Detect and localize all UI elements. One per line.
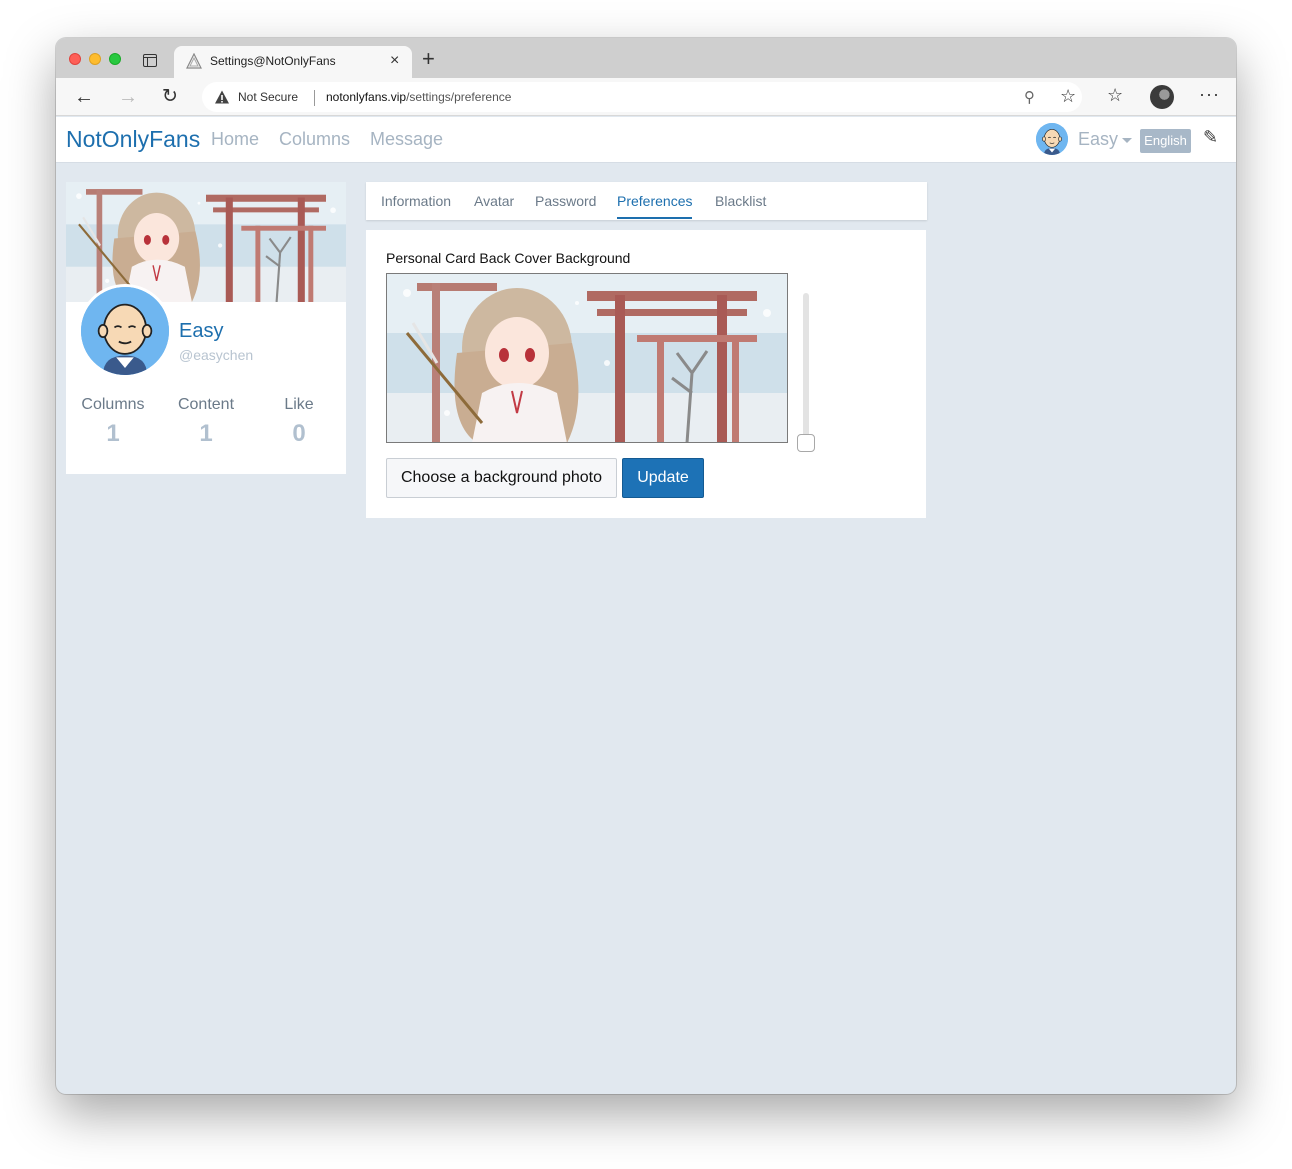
resize-track[interactable] (803, 293, 809, 443)
close-window-button[interactable] (69, 53, 81, 65)
nav-link-home[interactable]: Home (211, 129, 259, 150)
stat-value-like[interactable]: 0 (259, 420, 339, 448)
tab-preferences[interactable]: Preferences (617, 193, 693, 219)
choose-background-button[interactable]: Choose a background photo (386, 458, 617, 498)
reload-icon[interactable]: ↻ (162, 86, 178, 108)
nav-link-columns[interactable]: Columns (279, 129, 350, 150)
browser-toolbar: ← → ↻ Not Secure notonlyfans.vip/setting… (56, 78, 1236, 116)
url-text[interactable]: notonlyfans.vip/settings/preference (326, 90, 511, 104)
tab-close-icon[interactable]: × (390, 51, 399, 71)
update-button[interactable]: Update (622, 458, 704, 498)
settings-tabs: Information Avatar Password Preferences … (366, 182, 927, 220)
stat-label-columns: Columns (81, 396, 145, 413)
stat-value-content[interactable]: 1 (166, 420, 246, 448)
warning-icon[interactable] (214, 89, 230, 105)
profile-handle: @easychen (179, 347, 254, 363)
stat-label-like: Like (284, 396, 314, 413)
chevron-down-icon[interactable] (1122, 138, 1132, 143)
section-label: Personal Card Back Cover Background (386, 250, 631, 266)
tab-avatar[interactable]: Avatar (474, 193, 514, 209)
browser-window: Settings@NotOnlyFans × + ← → ↻ Not Secur… (56, 38, 1236, 1094)
site-navbar: NotOnlyFans Home Columns Message Easy En… (56, 117, 1236, 163)
tab-blacklist[interactable]: Blacklist (715, 193, 766, 209)
more-icon[interactable]: ··· (1199, 84, 1220, 105)
forward-arrow-icon[interactable]: → (118, 86, 138, 108)
stat-value-columns[interactable]: 1 (73, 420, 153, 448)
profile-icon[interactable] (1150, 85, 1174, 109)
background-preview (386, 273, 788, 443)
preview-picture (387, 274, 787, 442)
add-favorite-icon[interactable]: ☆ (1060, 86, 1076, 107)
profile-name[interactable]: Easy (179, 320, 223, 343)
security-status[interactable]: Not Secure (238, 90, 298, 104)
address-divider (314, 90, 315, 106)
avatar-image (81, 287, 169, 375)
maximize-window-button[interactable] (109, 53, 121, 65)
key-icon[interactable]: ⚲ (1024, 88, 1035, 106)
minimize-window-button[interactable] (89, 53, 101, 65)
favorites-icon[interactable]: ☆ (1107, 85, 1123, 106)
card-cover-image (66, 182, 346, 302)
cover-picture (66, 182, 346, 302)
profile-card: Easy @easychen Columns 1 Content 1 Like … (66, 182, 346, 474)
user-avatar[interactable] (1036, 123, 1068, 155)
new-tab-button[interactable]: + (422, 48, 435, 70)
url-path: /settings/preference (406, 90, 512, 104)
url-host: notonlyfans.vip (326, 90, 407, 104)
back-arrow-icon[interactable]: ← (74, 86, 94, 108)
tab-information[interactable]: Information (381, 193, 451, 209)
preferences-panel: Personal Card Back Cover Background Choo… (366, 230, 926, 518)
browser-tab[interactable]: Settings@NotOnlyFans × (174, 46, 412, 78)
avatar-image (1036, 123, 1068, 155)
user-menu[interactable]: Easy (1078, 129, 1118, 150)
tab-password[interactable]: Password (535, 193, 596, 209)
brand-logo[interactable]: NotOnlyFans (66, 126, 200, 153)
nav-link-message[interactable]: Message (370, 129, 443, 150)
tab-title: Settings@NotOnlyFans (210, 54, 336, 68)
resize-handle[interactable] (797, 434, 815, 452)
pencil-icon[interactable]: ✎ (1203, 127, 1218, 148)
tab-actions-icon[interactable] (143, 54, 157, 67)
tab-bar: Settings@NotOnlyFans × + (56, 38, 1236, 78)
language-button[interactable]: English (1140, 129, 1191, 153)
stat-label-content: Content (177, 396, 235, 413)
site-favicon-icon (186, 53, 202, 69)
address-bar[interactable]: Not Secure notonlyfans.vip/settings/pref… (202, 82, 1082, 112)
profile-avatar[interactable] (78, 284, 172, 378)
